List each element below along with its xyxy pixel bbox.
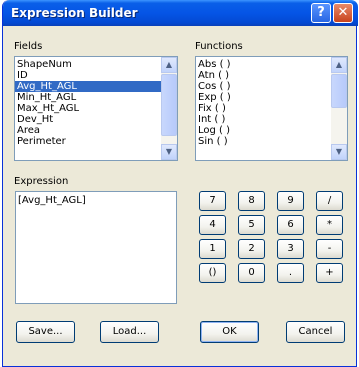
function-list-item[interactable]: Int ( ) — [196, 114, 347, 125]
expression-label: Expression — [14, 176, 68, 187]
field-list-item[interactable]: ShapeNum — [15, 59, 177, 70]
function-list-item[interactable]: Sin ( ) — [196, 136, 347, 147]
key-1-button[interactable]: 1 — [199, 239, 226, 259]
key-4-button[interactable]: 4 — [199, 215, 226, 235]
function-list-item[interactable]: Exp ( ) — [196, 92, 347, 103]
fields-label: Fields — [14, 41, 42, 52]
key-parentheses-button[interactable]: () — [199, 263, 226, 283]
field-list-item[interactable]: ID — [15, 70, 177, 81]
key-9-button[interactable]: 9 — [277, 191, 304, 211]
function-list-item[interactable]: Log ( ) — [196, 125, 347, 136]
function-list-item[interactable]: Atn ( ) — [196, 70, 347, 81]
save-button[interactable]: Save... — [16, 321, 75, 343]
functions-label: Functions — [195, 41, 243, 52]
cancel-button[interactable]: Cancel — [286, 321, 345, 343]
expression-textbox[interactable]: [Avg_Ht_AGL] — [15, 191, 177, 304]
field-list-item[interactable]: Dev_Ht — [15, 114, 177, 125]
key-plus-button[interactable]: + — [316, 263, 343, 283]
key-8-button[interactable]: 8 — [238, 191, 265, 211]
title-bar[interactable]: Expression Builder ? ✕ — [3, 0, 358, 26]
functions-scroll-thumb[interactable] — [331, 74, 347, 108]
key-2-button[interactable]: 2 — [238, 239, 265, 259]
scroll-up-arrow-icon[interactable]: ▲ — [161, 57, 177, 73]
field-list-item[interactable]: Perimeter — [15, 136, 177, 147]
load-button[interactable]: Load... — [100, 321, 159, 343]
field-list-item[interactable]: Area — [15, 125, 177, 136]
key-0-button[interactable]: 0 — [238, 263, 265, 283]
close-button[interactable]: ✕ — [333, 3, 353, 23]
field-list-item[interactable]: Max_Ht_AGL — [15, 103, 177, 114]
key-multiply-button[interactable]: * — [316, 215, 343, 235]
key-3-button[interactable]: 3 — [277, 239, 304, 259]
key-decimal-button[interactable]: . — [277, 263, 304, 283]
field-list-item[interactable]: Min_Ht_AGL — [15, 92, 177, 103]
functions-listbox[interactable]: Abs ( )Atn ( )Cos ( )Exp ( )Fix ( )Int (… — [195, 56, 348, 161]
fields-listbox[interactable]: ShapeNumIDAvg_Ht_AGLMin_Ht_AGLMax_Ht_AGL… — [14, 56, 178, 161]
expression-builder-window: Expression Builder ? ✕ Fields ShapeNumID… — [2, 0, 357, 367]
function-list-item[interactable]: Abs ( ) — [196, 59, 347, 70]
field-list-item[interactable]: Avg_Ht_AGL — [15, 81, 177, 92]
ok-button[interactable]: OK — [200, 321, 259, 343]
key-minus-button[interactable]: - — [316, 239, 343, 259]
functions-scrollbar[interactable]: ▲ ▼ — [331, 57, 347, 160]
scroll-down-arrow-icon[interactable]: ▼ — [331, 144, 347, 160]
function-list-item[interactable]: Fix ( ) — [196, 103, 347, 114]
help-button[interactable]: ? — [311, 3, 331, 23]
window-title: Expression Builder — [11, 6, 138, 20]
key-divide-button[interactable]: / — [316, 191, 343, 211]
function-list-item[interactable]: Cos ( ) — [196, 81, 347, 92]
scroll-up-arrow-icon[interactable]: ▲ — [331, 57, 347, 73]
fields-scroll-thumb[interactable] — [161, 74, 177, 136]
scroll-down-arrow-icon[interactable]: ▼ — [161, 144, 177, 160]
fields-scrollbar[interactable]: ▲ ▼ — [161, 57, 177, 160]
key-5-button[interactable]: 5 — [238, 215, 265, 235]
key-6-button[interactable]: 6 — [277, 215, 304, 235]
key-7-button[interactable]: 7 — [199, 191, 226, 211]
